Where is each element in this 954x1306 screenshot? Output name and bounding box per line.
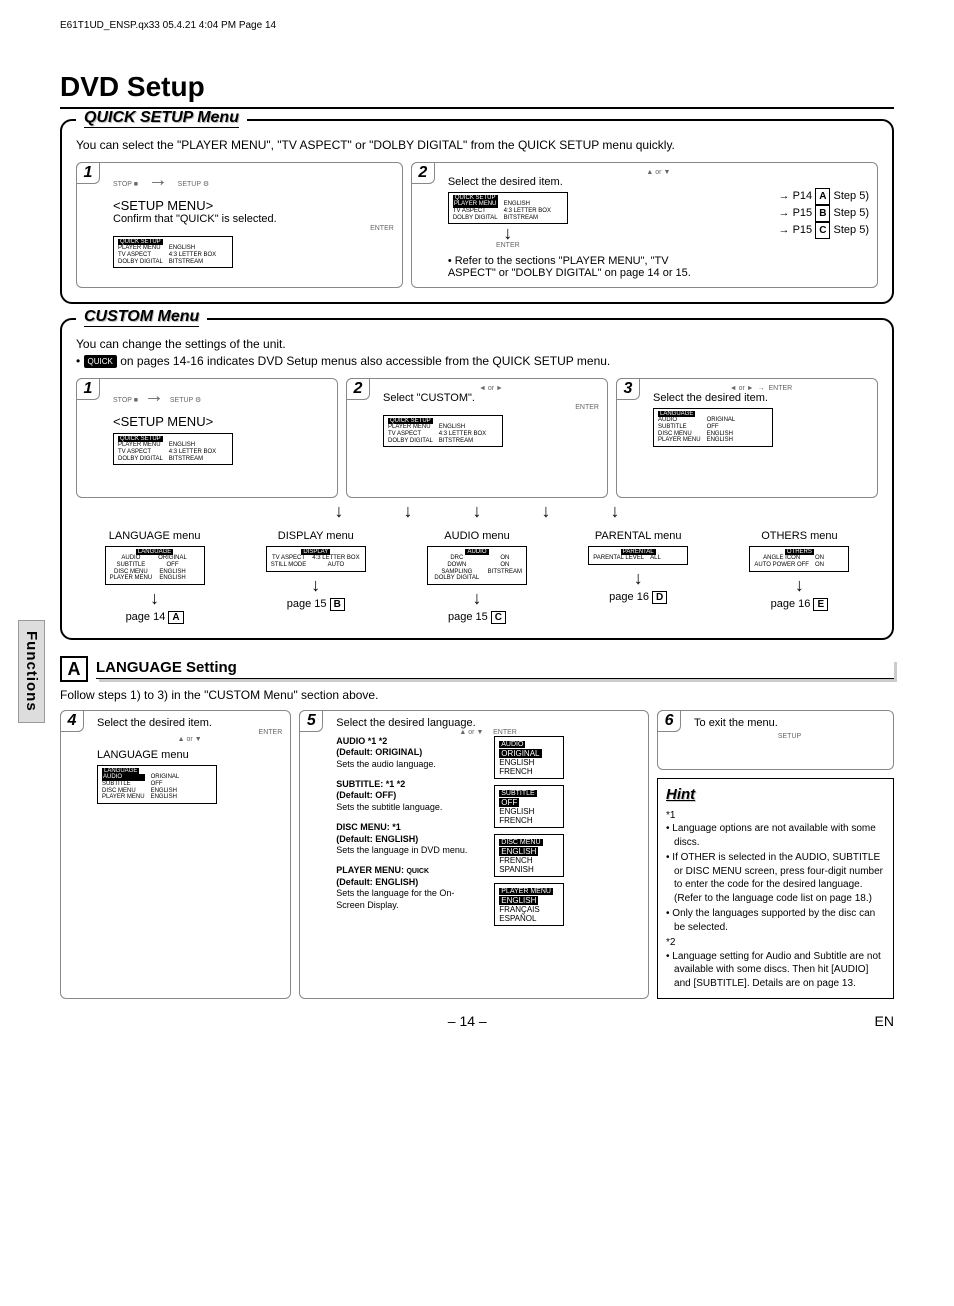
- custom-title: CUSTOM Menu: [84, 308, 199, 327]
- select-text: Select the desired language.: [336, 717, 640, 729]
- menu-col: DISPLAY menu DISPLAYTV ASPECTSTILL MODE4:…: [237, 530, 394, 624]
- hint-line: Only the languages supported by the disc…: [666, 907, 885, 934]
- step-number: 4: [60, 710, 84, 732]
- language-setting-title: LANGUAGE Setting: [96, 659, 894, 679]
- step4-screen: LANGUAGE AUDIOSUBTITLEDISC MENUPLAYER ME…: [97, 765, 217, 804]
- confirm-text: Confirm that "QUICK" is selected.: [113, 213, 394, 225]
- quick-step1-screen: QUICK SETUP PLAYER MENUTV ASPECTDOLBY DI…: [113, 236, 233, 268]
- step-number: 3: [616, 378, 640, 400]
- setup-menu-label: <SETUP MENU>: [113, 414, 329, 429]
- custom-step3: 3 ◄ or ► → ENTER Select the desired item…: [616, 378, 878, 498]
- menu-name: AUDIO menu: [398, 530, 555, 542]
- hint-line: If OTHER is selected in the AUDIO, SUBTI…: [666, 851, 885, 905]
- page-title: DVD Setup: [60, 71, 894, 109]
- menu-row: LANGUAGE menu LANGUAGEAUDIOSUBTITLEDISC M…: [76, 530, 878, 624]
- setup-label: SETUP: [694, 733, 885, 740]
- enter-label: ENTER: [383, 404, 599, 411]
- step-number: 1: [76, 378, 100, 400]
- custom-step1-screen: QUICK SETUP PLAYER MENUTV ASPECTDOLBY DI…: [113, 433, 233, 465]
- menu-label: LANGUAGE menu: [97, 749, 282, 761]
- option-box: AUDIOORIGINALENGLISHFRENCH: [494, 736, 564, 779]
- custom-menu-section: CUSTOM Menu You can change the settings …: [60, 318, 894, 640]
- page-ref: page 16 E: [721, 598, 878, 611]
- select-text: Select the desired item.: [97, 717, 282, 729]
- quick-setup-title: QUICK SETUP Menu: [84, 109, 239, 128]
- follow-steps-text: Follow steps 1) to 3) in the "CUSTOM Men…: [60, 688, 894, 702]
- custom-step2: 2 ◄ or ► Select "CUSTOM". ENTER QUICK SE…: [346, 378, 608, 498]
- menu-name: LANGUAGE menu: [76, 530, 233, 542]
- menu-screen: LANGUAGEAUDIOSUBTITLEDISC MENUPLAYER MEN…: [105, 546, 205, 585]
- setup-label: SETUP: [178, 181, 201, 188]
- quick-step2: 2 ▲ or ▼ Select the desired item. QUICK …: [411, 162, 878, 288]
- stop-label: STOP: [113, 181, 132, 188]
- menu-col: OTHERS menu OTHERSANGLE ICONAUTO POWER OF…: [721, 530, 878, 624]
- page-ref: page 16 D: [560, 591, 717, 604]
- step-number: 1: [76, 162, 100, 184]
- step5-item: AUDIO *1 *2(Default: ORIGINAL)Sets the a…: [336, 736, 476, 771]
- hint-note-marker: *2: [666, 936, 885, 950]
- custom-intro1: You can change the settings of the unit.: [76, 336, 878, 353]
- menu-screen: PARENTALPARENTAL LEVELALL: [588, 546, 688, 565]
- quick-setup-section: QUICK SETUP Menu You can select the "PLA…: [60, 119, 894, 304]
- custom-step1: 1 STOP ■ SETUP ⚙ <SETUP MENU> QUICK SETU…: [76, 378, 338, 498]
- step-number: 2: [411, 162, 435, 184]
- menu-col: PARENTAL menuPARENTALPARENTAL LEVELALL↓p…: [560, 530, 717, 624]
- section-letter: A: [60, 656, 88, 682]
- select-text: Select "CUSTOM".: [383, 392, 599, 404]
- print-header: E61T1UD_ENSP.qx33 05.4.21 4:04 PM Page 1…: [60, 20, 894, 31]
- lang-code: EN: [875, 1013, 894, 1029]
- menu-name: PARENTAL menu: [560, 530, 717, 542]
- step-number: 5: [299, 710, 323, 732]
- enter-label: ENTER: [113, 225, 394, 232]
- menu-name: OTHERS menu: [721, 530, 878, 542]
- lang-例4: 4 Select the desired item. ENTER ▲ or ▼ …: [60, 710, 291, 1000]
- page-ref: page 15 B: [237, 598, 394, 611]
- exit-text: To exit the menu.: [694, 717, 885, 729]
- custom-step2-screen: QUICK SETUP PLAYER MENUTV ASPECTDOLBY DI…: [383, 415, 503, 447]
- step5-item: DISC MENU: *1(Default: ENGLISH)Sets the …: [336, 822, 476, 857]
- menu-col: AUDIO menu AUDIODRCDOWN SAMPLINGDOLBY DIG…: [398, 530, 555, 624]
- custom-intro2: • QUICK on pages 14-16 indicates DVD Set…: [76, 353, 878, 370]
- or-label: or: [655, 169, 661, 176]
- step-number: 6: [657, 710, 681, 732]
- hint-note-marker: *1: [666, 809, 885, 823]
- page-number: – 14 –: [448, 1013, 487, 1029]
- select-text: Select the desired item.: [448, 176, 869, 188]
- quick-refs: → P14 A Step 5) → P15 B Step 5) → P15 C …: [779, 188, 869, 239]
- menu-screen: AUDIODRCDOWN SAMPLINGDOLBY DIGITALONONBI…: [427, 546, 527, 585]
- hint-box: Hint *1 Language options are not availab…: [657, 778, 894, 1000]
- hint-title: Hint: [666, 785, 885, 805]
- quick-step1: 1 STOP ■ SETUP ⚙ <SETUP MENU> Confirm th…: [76, 162, 403, 288]
- menu-col: LANGUAGE menu LANGUAGEAUDIOSUBTITLEDISC M…: [76, 530, 233, 624]
- quick-step2-note: • Refer to the sections "PLAYER MENU", "…: [448, 255, 708, 279]
- menu-name: DISPLAY menu: [237, 530, 394, 542]
- step5-item: SUBTITLE: *1 *2(Default: OFF)Sets the su…: [336, 779, 476, 814]
- quick-setup-intro: You can select the "PLAYER MENU", "TV AS…: [76, 137, 878, 154]
- hint-line: Language setting for Audio and Subtitle …: [666, 950, 885, 991]
- setup-menu-label: <SETUP MENU>: [113, 198, 394, 213]
- option-box: PLAYER MENUENGLISHFRANÇAISESPAÑOL: [494, 883, 564, 926]
- step5-item: PLAYER MENU: QUICK(Default: ENGLISH)Sets…: [336, 865, 476, 912]
- quick-step2-screen: QUICK SETUP PLAYER MENUTV ASPECTDOLBY DI…: [448, 192, 568, 224]
- menu-screen: DISPLAYTV ASPECTSTILL MODE4:3 LETTER BOX…: [266, 546, 366, 572]
- hint-line: Language options are not available with …: [666, 822, 885, 849]
- lang-step6: 6 To exit the menu. SETUP: [657, 710, 894, 770]
- select-text: Select the desired item.: [653, 392, 869, 404]
- menu-screen: OTHERSANGLE ICONAUTO POWER OFFONON: [749, 546, 849, 572]
- enter-label: ENTER: [448, 242, 568, 249]
- page-ref: page 14 A: [76, 611, 233, 624]
- step-number: 2: [346, 378, 370, 400]
- page-ref: page 15 C: [398, 611, 555, 624]
- option-box: SUBTITLEOFFENGLISHFRENCH: [494, 785, 564, 828]
- option-box: DISC MENUENGLISHFRENCHSPANISH: [494, 834, 564, 877]
- enter-label: ENTER: [97, 729, 282, 736]
- lang-step5: 5 Select the desired language. ▲ or ▼ EN…: [299, 710, 649, 1000]
- custom-step3-screen: LANGUAGE AUDIOSUBTITLEDISC MENUPLAYER ME…: [653, 408, 773, 447]
